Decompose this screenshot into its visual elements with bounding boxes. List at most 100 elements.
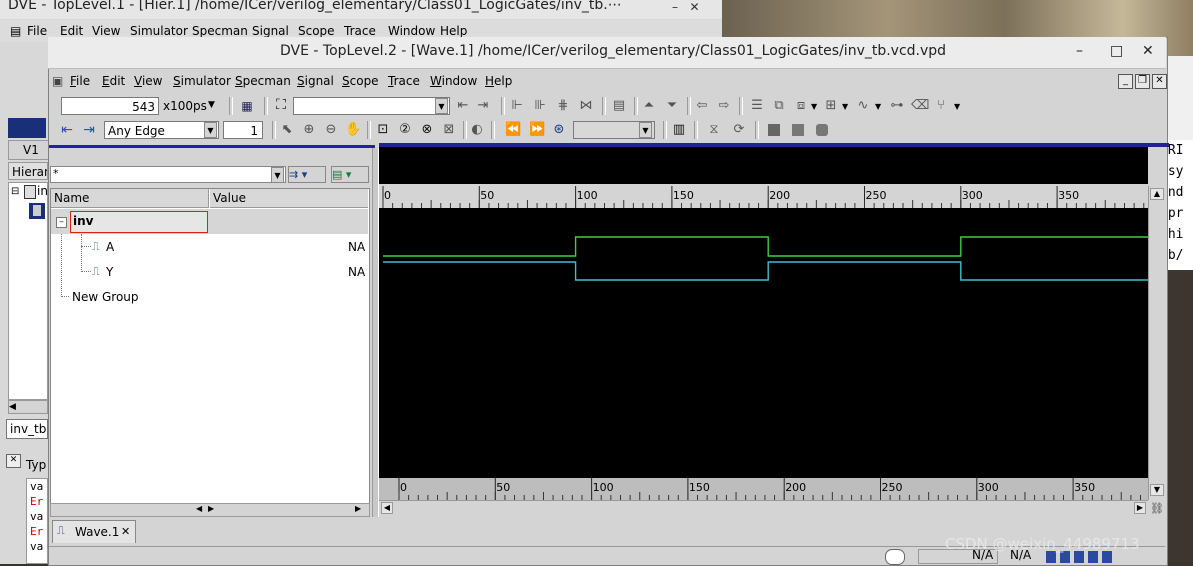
maximize-button[interactable]: □	[1110, 43, 1123, 59]
wave-hscroll[interactable]: ◀ ▶	[379, 500, 1148, 517]
bg-hier-item[interactable]: in	[37, 184, 48, 198]
panel-splitter[interactable]	[372, 148, 379, 518]
tab-wave-1[interactable]: ⎍ Wave.1 ✕	[52, 520, 136, 543]
simulate-icon[interactable]: ⧖	[706, 122, 722, 138]
zoom-out-icon[interactable]: ⊖	[323, 122, 339, 138]
column-header-name[interactable]: Name	[51, 189, 209, 208]
chevron-down-icon[interactable]: ▼	[204, 122, 217, 138]
signal-name-a[interactable]: A	[106, 240, 114, 254]
wave-vscroll[interactable]: ▲ ▼	[1148, 186, 1166, 500]
signal-filter-input[interactable]: *	[50, 166, 286, 183]
column-header-value[interactable]: Value	[210, 189, 368, 208]
prev-edge-icon[interactable]: ⇤	[59, 122, 75, 138]
play-forward-icon[interactable]: ⏩	[529, 122, 545, 138]
menu-file[interactable]: File	[70, 74, 90, 88]
eraser-icon[interactable]: ⌫	[911, 98, 929, 114]
binoculars-icon[interactable]: ⛶	[273, 97, 289, 113]
menu-window[interactable]: Window	[430, 74, 477, 88]
group-icon[interactable]: ⧉	[771, 98, 787, 114]
bg-selected-item[interactable]	[29, 203, 45, 219]
mdi-restore-icon[interactable]: ❐	[1135, 74, 1150, 89]
edge-prev-icon[interactable]: ⊩	[509, 98, 525, 114]
chevron-down-icon[interactable]: ▼	[875, 102, 881, 111]
tab-close-icon[interactable]: ✕	[121, 525, 130, 538]
scroll-left-icon[interactable]: ◀	[381, 502, 393, 514]
zoom-area-icon[interactable]: ⊠	[441, 122, 457, 138]
time-unit-select[interactable]: x100ps	[163, 99, 207, 113]
chevron-down-icon[interactable]: ▼	[639, 122, 652, 138]
play-back-icon[interactable]: ⏪	[505, 122, 521, 138]
bg-menu-simulator[interactable]: Simulator	[130, 24, 188, 38]
group-name-box[interactable]: inv	[70, 211, 208, 233]
close-button[interactable]: ✕	[1142, 43, 1154, 59]
edge-next-icon[interactable]: ⊪	[532, 98, 548, 114]
bg-hscroll[interactable]: ◀	[8, 400, 48, 414]
list-icon[interactable]: ☰	[749, 98, 765, 114]
edge-both-icon[interactable]: ⋈	[578, 98, 594, 114]
signal-type-button[interactable]: ▤ ▾	[331, 166, 369, 183]
new-group-item[interactable]: New Group	[72, 290, 139, 304]
bg-menu-view[interactable]: View	[92, 24, 120, 38]
menu-edit[interactable]: Edit	[102, 74, 125, 88]
bus-icon[interactable]: ⧈	[793, 98, 809, 114]
chevron-down-icon[interactable]: ▼	[954, 102, 960, 111]
bg-menu-trace[interactable]: Trace	[344, 24, 376, 38]
arrow-left-icon[interactable]: ⇦	[694, 98, 710, 114]
menu-trace[interactable]: Trace	[388, 74, 420, 88]
zoom-full-icon[interactable]: ⊗	[419, 122, 435, 138]
refresh-icon[interactable]: ⟳	[731, 122, 747, 138]
chevron-down-icon[interactable]: ▼	[842, 102, 848, 111]
edge-any-icon[interactable]: ⋕	[555, 98, 571, 114]
step-input[interactable]: 1	[223, 121, 263, 139]
collapse-icon[interactable]: ⏷	[664, 98, 680, 114]
arrow-right-icon[interactable]: ⇨	[716, 98, 732, 114]
document-icon[interactable]: ▤	[611, 98, 627, 114]
search-prev-icon[interactable]: ⇤	[455, 98, 471, 114]
scroll-down-icon[interactable]: ▼	[1150, 484, 1164, 496]
bg-tab-v1[interactable]: V1	[8, 140, 50, 160]
scroll-up-icon[interactable]: ▲	[1150, 188, 1164, 200]
chevron-down-icon[interactable]: ▼	[435, 98, 448, 114]
scroll-right-icon[interactable]: ▶	[1134, 502, 1146, 514]
hierarchy-icon[interactable]: ⊶	[889, 98, 905, 114]
stop-icon[interactable]	[768, 124, 780, 136]
branch-icon[interactable]: ⑂	[933, 98, 949, 114]
bg-close-icon[interactable]: ✕	[689, 0, 699, 14]
time-marker-icon[interactable]: ▦	[239, 98, 255, 114]
next-edge-icon[interactable]: ⇥	[81, 122, 97, 138]
time-ruler-top[interactable]: 0 50 100 150 200 250 300 350	[379, 186, 1148, 208]
cursor-icon[interactable]: ⬉	[279, 122, 295, 138]
search-input[interactable]	[293, 97, 450, 115]
chevron-down-icon[interactable]: ▼	[208, 100, 215, 110]
bg-menu-window[interactable]: Window	[388, 24, 435, 38]
bg-scope-input[interactable]: inv_tb.	[6, 419, 48, 439]
bg-console-close-icon[interactable]: ✕	[6, 454, 21, 468]
signal-hscroll[interactable]: ◀ ▶ ▶	[50, 503, 370, 517]
bg-minimize-icon[interactable]: –	[672, 0, 678, 14]
menu-scope[interactable]: Scope	[342, 74, 379, 88]
radix-icon[interactable]: ∿	[855, 98, 871, 114]
bg-menu-signal[interactable]: Signal	[252, 24, 289, 38]
time-ruler-bottom[interactable]: 05010015020025030035040	[379, 478, 1184, 500]
minimize-button[interactable]: –	[1076, 43, 1083, 59]
link-icon[interactable]: ⛓	[1150, 502, 1164, 515]
menu-view[interactable]: View	[134, 74, 162, 88]
bg-menu-file[interactable]: File	[27, 24, 47, 38]
expand-up-icon[interactable]: ⏶	[641, 98, 657, 114]
collapse-icon[interactable]: –	[56, 217, 67, 228]
bg-menu-scope[interactable]: Scope	[298, 24, 335, 38]
time-input[interactable]: 543	[61, 97, 159, 115]
waveform-area[interactable]	[379, 208, 1154, 478]
pan-hand-icon[interactable]: ✋	[345, 122, 361, 138]
marker-icon[interactable]: ◐	[469, 122, 485, 138]
bg-menu-specman[interactable]: Specman	[192, 24, 248, 38]
menu-specman[interactable]: Specman	[235, 74, 291, 88]
menu-simulator[interactable]: Simulator	[173, 74, 231, 88]
zoom-2-icon[interactable]: ②	[397, 122, 413, 138]
goto-icon[interactable]: ⊛	[551, 122, 567, 138]
zoom-fit-icon[interactable]: ⊡	[375, 122, 391, 138]
scroll-right-icon[interactable]: ▶	[208, 504, 214, 513]
search-next-icon[interactable]: ⇥	[475, 98, 491, 114]
mdi-minimize-icon[interactable]: _	[1118, 74, 1133, 89]
menu-signal[interactable]: Signal	[297, 74, 334, 88]
